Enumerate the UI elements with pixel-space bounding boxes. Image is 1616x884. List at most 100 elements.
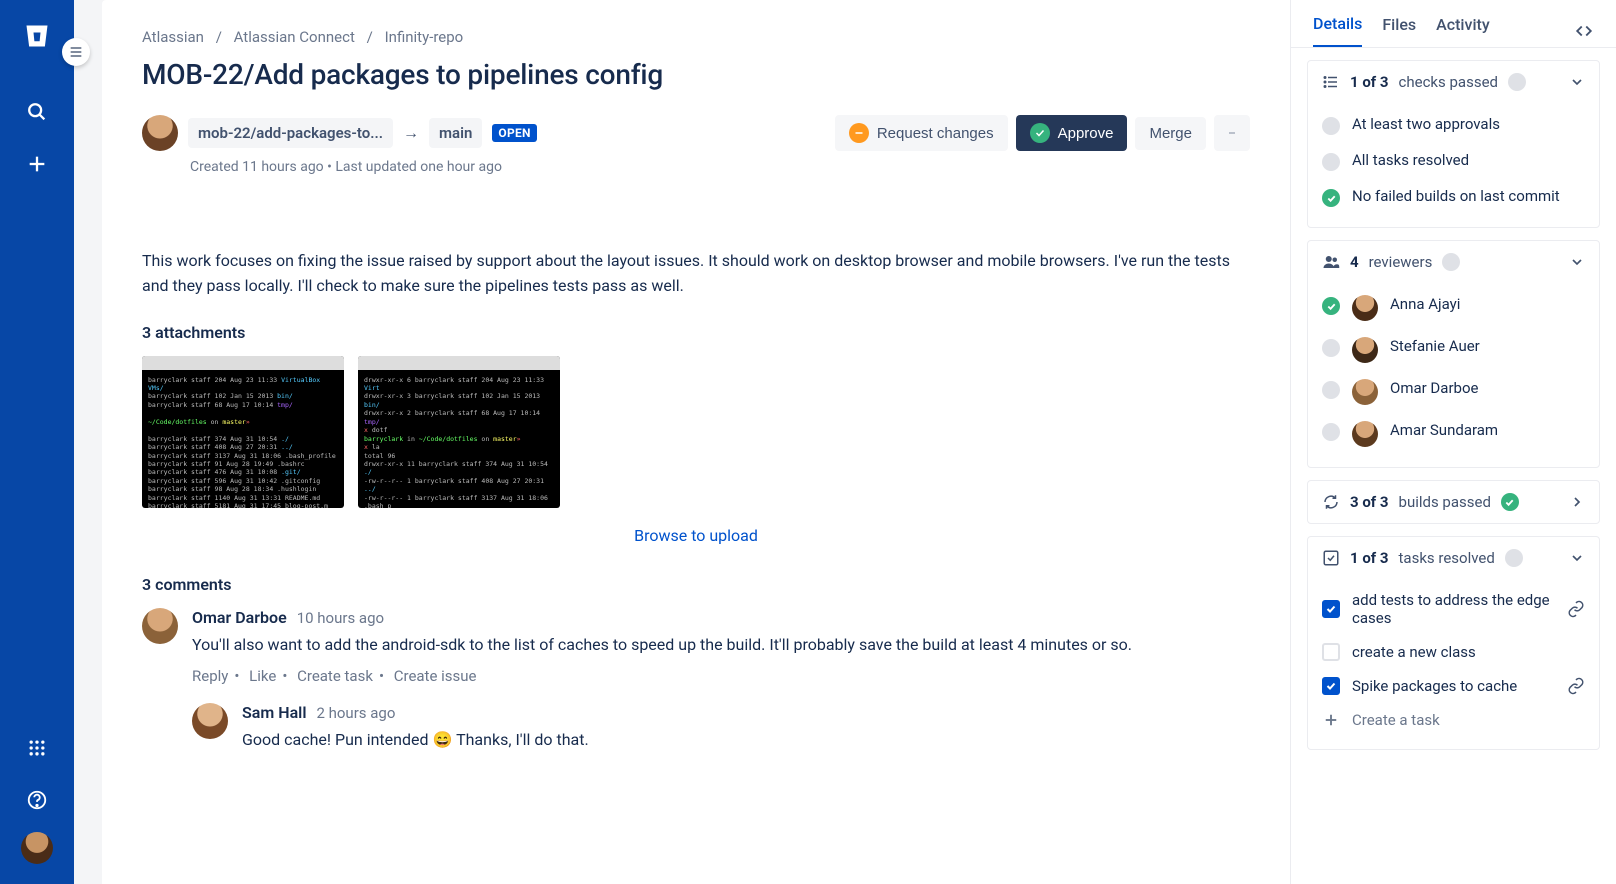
comments-heading: 3 comments: [142, 575, 1250, 594]
chevron-down-icon: [1569, 74, 1585, 90]
profile-avatar[interactable]: [21, 832, 53, 864]
create-task-button[interactable]: Create a task: [1322, 703, 1585, 737]
comment-avatar[interactable]: [192, 703, 228, 739]
check-item-label: At least two approvals: [1352, 115, 1500, 133]
checkbox-icon: [1322, 549, 1340, 567]
status-indicator: [1442, 253, 1460, 271]
breadcrumb: Atlassian / Atlassian Connect / Infinity…: [142, 28, 1250, 46]
create-icon[interactable]: [17, 144, 57, 184]
target-branch[interactable]: main: [429, 118, 482, 148]
link-icon[interactable]: [1567, 677, 1585, 695]
reviewer-name[interactable]: Anna Ajayi: [1390, 295, 1460, 313]
comment-author[interactable]: Omar Darboe: [192, 608, 287, 627]
check-pending-icon: [1322, 153, 1340, 171]
comment-text: You'll also want to add the android-sdk …: [192, 633, 1250, 657]
like-link[interactable]: Like: [249, 667, 276, 685]
merge-button[interactable]: Merge: [1135, 117, 1206, 150]
reply-link[interactable]: Reply: [192, 667, 228, 685]
check-item-label: All tasks resolved: [1352, 151, 1469, 169]
tab-details[interactable]: Details: [1313, 14, 1362, 47]
task-text: create a new class: [1352, 643, 1585, 661]
check-circle-icon: [1030, 123, 1050, 143]
reviewer-avatar[interactable]: [1352, 337, 1378, 363]
check-pending-icon: [1322, 117, 1340, 135]
comment: Omar Darboe 10 hours ago You'll also wan…: [142, 608, 1250, 685]
pr-title: MOB-22/Add packages to pipelines config: [142, 58, 1250, 91]
status-indicator: [1505, 549, 1523, 567]
chevron-down-icon: [1569, 550, 1585, 566]
chevron-right-icon: [1569, 494, 1585, 510]
approved-icon: [1322, 297, 1340, 315]
tasks-panel: 1 of 3 tasks resolved add tests to addre…: [1307, 536, 1600, 750]
pending-icon: [1322, 339, 1340, 357]
list-icon: [1322, 73, 1340, 91]
create-task-link[interactable]: Create task: [297, 667, 373, 685]
pr-meta-timestamps: Created 11 hours ago • Last updated one …: [190, 159, 537, 175]
checks-panel-toggle[interactable]: 1 of 3 checks passed: [1308, 61, 1599, 103]
sidebar-collapse-button[interactable]: [62, 38, 90, 66]
main-content: Atlassian / Atlassian Connect / Infinity…: [102, 0, 1290, 884]
reviewers-panel-toggle[interactable]: 4 reviewers: [1308, 241, 1599, 283]
check-pass-icon: [1322, 189, 1340, 207]
details-sidebar: Details Files Activity 1 of 3 checks pas…: [1290, 0, 1616, 884]
chevron-down-icon: [1569, 254, 1585, 270]
task-checkbox[interactable]: [1322, 600, 1340, 618]
browse-upload-link[interactable]: Browse to upload: [142, 526, 1250, 545]
reviewer-avatar[interactable]: [1352, 421, 1378, 447]
builds-panel-toggle[interactable]: 3 of 3 builds passed: [1308, 481, 1599, 523]
status-badge: OPEN: [492, 124, 536, 142]
reviewer-name[interactable]: Stefanie Auer: [1390, 337, 1480, 355]
refresh-icon: [1322, 493, 1340, 511]
request-changes-button[interactable]: Request changes: [835, 115, 1008, 151]
status-indicator: [1501, 493, 1519, 511]
task-checkbox[interactable]: [1322, 643, 1340, 661]
author-avatar[interactable]: [142, 115, 178, 151]
pending-icon: [1322, 423, 1340, 441]
more-actions-button[interactable]: [1214, 115, 1250, 151]
tab-files[interactable]: Files: [1382, 15, 1416, 46]
check-item: All tasks resolved: [1322, 143, 1585, 179]
comment-avatar[interactable]: [142, 608, 178, 644]
attachment-thumbnail[interactable]: barryclark staff 204 Aug 23 11:33 Virtua…: [142, 356, 344, 508]
reviewer-name[interactable]: Amar Sundaram: [1390, 421, 1498, 439]
reviewer-item: Anna Ajayi: [1322, 287, 1585, 329]
bitbucket-logo[interactable]: [21, 20, 53, 52]
comment-text: Good cache! Pun intended 😄 Thanks, I'll …: [242, 728, 1250, 752]
create-issue-link[interactable]: Create issue: [394, 667, 477, 685]
minus-circle-icon: [849, 123, 869, 143]
approve-button[interactable]: Approve: [1016, 115, 1128, 151]
task-checkbox[interactable]: [1322, 677, 1340, 695]
reviewer-avatar[interactable]: [1352, 295, 1378, 321]
reviewer-name[interactable]: Omar Darboe: [1390, 379, 1478, 397]
search-icon[interactable]: [17, 92, 57, 132]
reviewer-item: Amar Sundaram: [1322, 413, 1585, 455]
attachments-heading: 3 attachments: [142, 323, 1250, 342]
reviewers-panel: 4 reviewers Anna Ajayi Stefanie Auer Omar …: [1307, 240, 1600, 468]
source-branch[interactable]: mob-22/add-packages-to...: [188, 118, 393, 148]
task-item: add tests to address the edge cases: [1322, 583, 1585, 635]
breadcrumb-org[interactable]: Atlassian: [142, 28, 204, 46]
tasks-panel-toggle[interactable]: 1 of 3 tasks resolved: [1308, 537, 1599, 579]
breadcrumb-project[interactable]: Atlassian Connect: [234, 28, 355, 46]
comment-author[interactable]: Sam Hall: [242, 703, 306, 722]
arrow-icon: →: [403, 123, 419, 143]
link-icon[interactable]: [1567, 600, 1585, 618]
breadcrumb-repo[interactable]: Infinity-repo: [385, 28, 464, 46]
tab-activity[interactable]: Activity: [1436, 15, 1490, 46]
comment-reply: Sam Hall 2 hours ago Good cache! Pun int…: [192, 703, 1250, 762]
status-indicator: [1508, 73, 1526, 91]
nav-rail: [0, 0, 74, 884]
expand-sidebar-icon[interactable]: [1574, 22, 1594, 40]
attachment-thumbnail[interactable]: drwxr-xr-x 6 barryclark staff 204 Aug 23…: [358, 356, 560, 508]
task-text: Spike packages to cache: [1352, 677, 1555, 695]
people-icon: [1322, 253, 1340, 271]
comment-time: 10 hours ago: [297, 609, 384, 627]
reviewer-item: Omar Darboe: [1322, 371, 1585, 413]
builds-panel: 3 of 3 builds passed: [1307, 480, 1600, 524]
help-icon[interactable]: [17, 780, 57, 820]
plus-icon: [1322, 711, 1340, 729]
apps-icon[interactable]: [17, 728, 57, 768]
check-item: At least two approvals: [1322, 107, 1585, 143]
reviewer-avatar[interactable]: [1352, 379, 1378, 405]
check-item: No failed builds on last commit: [1322, 179, 1585, 215]
